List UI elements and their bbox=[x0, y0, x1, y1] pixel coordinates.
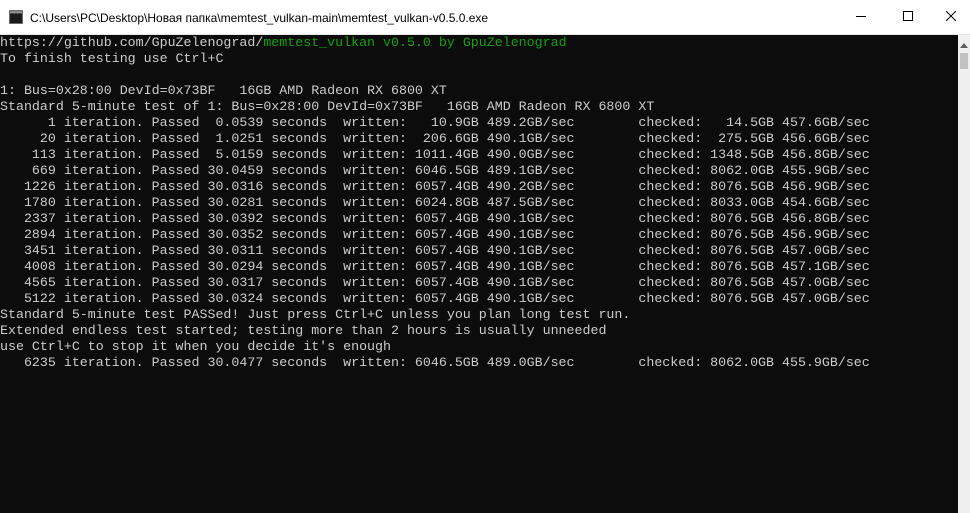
scroll-thumb[interactable] bbox=[960, 53, 968, 69]
console-line: 6235 iteration. Passed 30.0477 seconds w… bbox=[0, 355, 870, 370]
console-line: 5122 iteration. Passed 30.0324 seconds w… bbox=[0, 291, 870, 306]
console-line: 2894 iteration. Passed 30.0352 seconds w… bbox=[0, 227, 870, 242]
console-line: 669 iteration. Passed 30.0459 seconds wr… bbox=[0, 163, 870, 178]
close-button[interactable] bbox=[932, 0, 970, 34]
vertical-scrollbar[interactable] bbox=[958, 35, 970, 513]
minimize-button[interactable] bbox=[838, 0, 884, 34]
github-url: https://github.com/GpuZelenograd/ bbox=[0, 35, 264, 50]
console-output[interactable]: https://github.com/GpuZelenograd/memtest… bbox=[0, 35, 958, 513]
console-app-icon[interactable] bbox=[9, 10, 23, 24]
console-line: Standard 5-minute test PASSed! Just pres… bbox=[0, 307, 631, 322]
console-line: use Ctrl+C to stop it when you decide it… bbox=[0, 339, 391, 354]
window-title: C:\Users\PC\Desktop\Новая папка\memtest_… bbox=[30, 11, 489, 25]
console-line-url: https://github.com/GpuZelenograd/memtest… bbox=[0, 35, 567, 51]
title-bar[interactable]: C:\Users\PC\Desktop\Новая папка\memtest_… bbox=[0, 0, 970, 35]
console-line: 113 iteration. Passed 5.0159 seconds wri… bbox=[0, 147, 870, 162]
scroll-up-button[interactable] bbox=[958, 35, 970, 52]
console-line: 2337 iteration. Passed 30.0392 seconds w… bbox=[0, 211, 870, 226]
console-line: 4565 iteration. Passed 30.0317 seconds w… bbox=[0, 275, 870, 290]
console-line: Extended endless test started; testing m… bbox=[0, 323, 607, 338]
minimize-icon bbox=[856, 8, 866, 26]
console-line: 4008 iteration. Passed 30.0294 seconds w… bbox=[0, 259, 870, 274]
console-line: 3451 iteration. Passed 30.0311 seconds w… bbox=[0, 243, 870, 258]
maximize-button[interactable] bbox=[885, 0, 931, 34]
console-line: Standard 5-minute test of 1: Bus=0x28:00… bbox=[0, 99, 655, 114]
scroll-up-arrow-icon bbox=[960, 35, 968, 53]
console-line: 1226 iteration. Passed 30.0316 seconds w… bbox=[0, 179, 870, 194]
console-line: 1780 iteration. Passed 30.0281 seconds w… bbox=[0, 195, 870, 210]
console-line: To finish testing use Ctrl+C bbox=[0, 51, 224, 66]
maximize-icon bbox=[903, 8, 913, 26]
app-banner: memtest_vulkan v0.5.0 by GpuZelenograd bbox=[263, 35, 567, 50]
console-line: 20 iteration. Passed 1.0251 seconds writ… bbox=[0, 131, 870, 146]
console-line: 1 iteration. Passed 0.0539 seconds writt… bbox=[0, 115, 870, 130]
close-icon bbox=[945, 8, 957, 26]
console-line: 1: Bus=0x28:00 DevId=0x73BF 16GB AMD Rad… bbox=[0, 83, 447, 98]
